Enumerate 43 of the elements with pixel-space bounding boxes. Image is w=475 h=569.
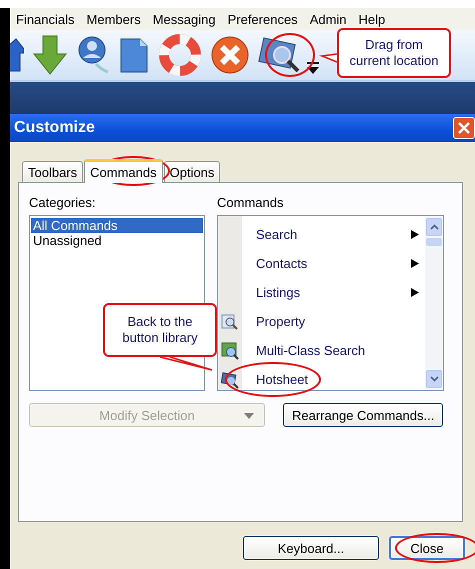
caret-icon bbox=[244, 413, 254, 419]
tab[interactable]: Options bbox=[164, 161, 220, 182]
command-item[interactable]: Hotsheet bbox=[218, 365, 425, 394]
category-item[interactable]: All Commands bbox=[31, 218, 203, 233]
command-item[interactable]: Search bbox=[218, 220, 425, 249]
categories-label: Categories: bbox=[29, 195, 96, 210]
menu-item[interactable]: Preferences bbox=[228, 12, 298, 26]
menu-item[interactable]: Admin bbox=[310, 12, 347, 26]
command-item[interactable]: Contacts bbox=[218, 249, 425, 278]
monitor-magnifier-icon[interactable] bbox=[258, 35, 302, 75]
dialog-button[interactable]: Keyboard... bbox=[243, 536, 379, 560]
submenu-arrow-icon bbox=[411, 288, 419, 297]
tab[interactable]: Commands bbox=[84, 159, 163, 183]
cancel-icon[interactable] bbox=[210, 35, 250, 75]
callout-pointer bbox=[319, 53, 338, 63]
scroll-up-icon[interactable] bbox=[426, 218, 442, 236]
tab[interactable]: Toolbars bbox=[22, 161, 84, 182]
command-item[interactable]: Listings bbox=[218, 278, 425, 307]
user-icon[interactable] bbox=[76, 34, 110, 76]
scroll-thumb[interactable] bbox=[426, 238, 442, 246]
submenu-arrow-icon bbox=[411, 230, 419, 239]
command-icon bbox=[221, 370, 239, 388]
scroll-down-icon[interactable] bbox=[426, 370, 442, 388]
command-item[interactable]: Multi-Class Search bbox=[218, 336, 425, 365]
submenu-arrow-icon bbox=[411, 259, 419, 268]
command-icon bbox=[221, 342, 239, 360]
close-icon[interactable] bbox=[453, 117, 475, 139]
menu-item[interactable]: Help bbox=[358, 12, 386, 26]
command-icon bbox=[221, 312, 239, 330]
dropdown-icon[interactable] bbox=[306, 62, 320, 76]
command-item[interactable]: Property bbox=[218, 307, 425, 336]
scrollbar[interactable] bbox=[425, 216, 443, 390]
menu-item[interactable]: Members bbox=[86, 12, 141, 26]
lifebuoy-icon[interactable] bbox=[158, 33, 202, 77]
menu-item[interactable]: Messaging bbox=[152, 12, 216, 26]
menu-item[interactable]: Financials bbox=[16, 12, 75, 26]
window-title: Customize bbox=[14, 119, 95, 137]
commands-label: Commands bbox=[217, 195, 284, 210]
dialog-button[interactable]: Close bbox=[389, 536, 465, 560]
callout-tooltip: Drag from current location bbox=[337, 28, 451, 78]
rearrange-commands-button[interactable]: Rearrange Commands... bbox=[283, 403, 444, 427]
category-item[interactable]: Unassigned bbox=[31, 233, 203, 248]
down-arrow-icon[interactable] bbox=[32, 34, 68, 76]
